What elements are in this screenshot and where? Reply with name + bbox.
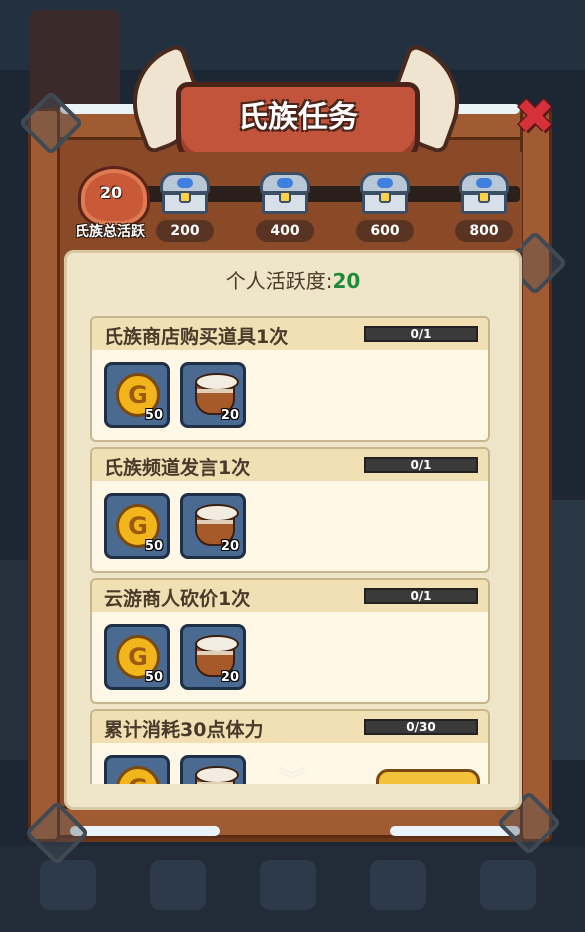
task-item: 氏族频道发言1次 0/1 G 50 20 (90, 447, 490, 573)
close-button[interactable]: ✖ (512, 93, 558, 141)
reward-count: 20 (220, 408, 239, 423)
background-nav-icon (480, 860, 536, 910)
gold-coin-icon: G (116, 766, 160, 784)
war-drum-icon (193, 766, 239, 784)
task-name: 氏族频道发言1次 (104, 457, 251, 479)
go-button[interactable] (376, 769, 480, 784)
reward-count: 20 (220, 539, 239, 554)
clan-total-value: 20 (99, 183, 123, 202)
milestone-chest-400[interactable] (260, 172, 310, 214)
task-progress-text: 0/1 (410, 589, 432, 603)
task-name: 氏族商店购买道具1次 (104, 326, 289, 348)
milestone-chest-200[interactable] (160, 172, 210, 214)
milestone-value: 600 (356, 220, 414, 242)
reward-count: 50 (144, 408, 163, 423)
reward-count: 50 (144, 670, 163, 685)
task-progress-bar: 0/1 (364, 457, 478, 473)
reward-item[interactable]: 20 (180, 362, 246, 428)
personal-activity-value: 20 (332, 269, 361, 293)
milestone-value: 800 (455, 220, 513, 242)
chevron-down-icon[interactable]: ︾ (275, 766, 309, 796)
background-nav-icon (150, 860, 206, 910)
reward-item[interactable]: 20 (180, 624, 246, 690)
clan-total-label: 氏族总活跃 (75, 224, 145, 240)
task-progress-text: 0/30 (406, 720, 436, 734)
milestone-value: 200 (156, 220, 214, 242)
task-progress-text: 0/1 (410, 327, 432, 341)
personal-activity-label: 个人活跃度: (225, 269, 333, 293)
task-progress-bar: 0/1 (364, 326, 478, 342)
task-item: 云游商人砍价1次 0/1 G 50 20 (90, 578, 490, 704)
milestone-chest-800[interactable] (459, 172, 509, 214)
background-nav-icon (370, 860, 426, 910)
reward-item[interactable]: 20 (180, 493, 246, 559)
milestone-value: 400 (256, 220, 314, 242)
task-progress-bar: 0/30 (364, 719, 478, 735)
close-x-icon: ✖ (514, 89, 556, 145)
reward-item[interactable]: G 50 (104, 362, 170, 428)
personal-activity: 个人活跃度:20 (64, 265, 522, 294)
background-nav-icon (260, 860, 316, 910)
frame-plank-right (520, 108, 552, 842)
snow-decoration (70, 826, 220, 836)
task-progress-text: 0/1 (410, 458, 432, 472)
reward-count: 50 (144, 539, 163, 554)
reward-item[interactable]: G 50 (104, 624, 170, 690)
task-name: 累计消耗30点体力 (104, 719, 264, 741)
task-list[interactable]: 氏族商店购买道具1次 0/1 G 50 20 氏族频道发言1次 0/1 G 50… (90, 316, 490, 784)
task-name: 云游商人砍价1次 (104, 588, 251, 610)
background-nav-icon (40, 860, 96, 910)
milestone-chest-600[interactable] (360, 172, 410, 214)
reward-item[interactable] (180, 755, 246, 784)
reward-item[interactable]: G 50 (104, 493, 170, 559)
reward-item[interactable]: G (104, 755, 170, 784)
reward-count: 20 (220, 670, 239, 685)
task-item: 氏族商店购买道具1次 0/1 G 50 20 (90, 316, 490, 442)
dialog-title: 氏族任务 (238, 100, 358, 135)
task-progress-bar: 0/1 (364, 588, 478, 604)
frame-plank-left (28, 108, 60, 842)
